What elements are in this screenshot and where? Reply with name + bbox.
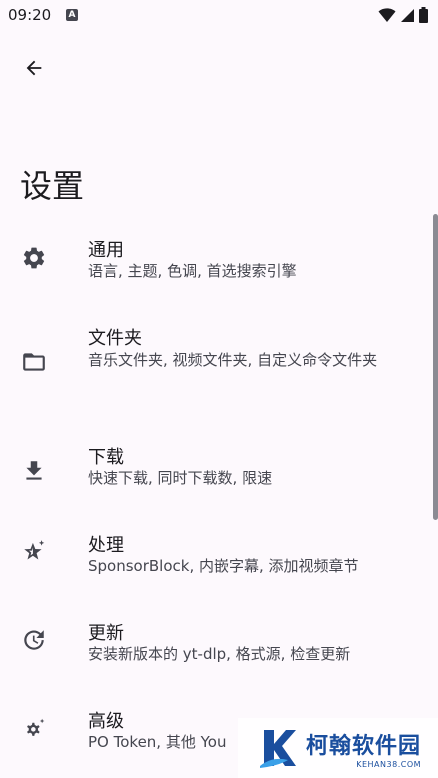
system-icons xyxy=(378,7,428,23)
settings-item-download[interactable]: 下载 快速下载, 同时下载数, 限速 xyxy=(0,426,430,512)
signal-icon xyxy=(401,8,414,22)
settings-item-general[interactable]: 通用 语言, 主题, 色调, 首选搜索引擎 xyxy=(0,218,430,304)
status-bar: 09:20 A xyxy=(0,0,438,30)
download-icon xyxy=(20,457,48,485)
settings-item-desc: 语言, 主题, 色调, 首选搜索引擎 xyxy=(88,262,297,280)
watermark-logo-icon xyxy=(260,730,296,768)
watermark-text: 柯翰软件园 xyxy=(306,732,422,759)
settings-item-processing[interactable]: 处理 SponsorBlock, 内嵌字幕, 添加视频章节 xyxy=(0,514,430,600)
settings-item-update[interactable]: 更新 安装新版本的 yt-dlp, 格式源, 检查更新 xyxy=(0,602,430,688)
update-icon xyxy=(20,626,48,654)
arrow-back-icon xyxy=(26,60,42,76)
folder-icon xyxy=(20,348,48,376)
settings-item-desc: 快速下载, 同时下载数, 限速 xyxy=(88,469,273,487)
watermark-url: KEHAN38.COM xyxy=(356,759,422,769)
settings-item-desc: 音乐文件夹, 视频文件夹, 自定义命令文件夹 xyxy=(88,351,378,369)
back-button[interactable] xyxy=(14,48,54,88)
gear-icon xyxy=(20,244,48,272)
watermark: 柯翰软件园 KEHAN38.COM xyxy=(238,718,438,778)
settings-item-desc: SponsorBlock, 内嵌字幕, 添加视频章节 xyxy=(88,557,359,575)
wifi-icon xyxy=(378,7,396,22)
star-sparkle-icon xyxy=(20,537,48,565)
scrollbar[interactable] xyxy=(433,214,438,520)
settings-item-folders[interactable]: 文件夹 音乐文件夹, 视频文件夹, 自定义命令文件夹 xyxy=(0,306,430,424)
settings-item-desc: 安装新版本的 yt-dlp, 格式源, 检查更新 xyxy=(88,645,351,663)
advanced-gear-icon xyxy=(20,715,48,743)
battery-icon xyxy=(419,7,428,23)
status-time: 09:20 xyxy=(8,6,52,24)
settings-screen: 09:20 A 设置 通用 语言, 主题, 色调, 首选搜索引擎 文件夹 音乐文… xyxy=(0,0,438,778)
page-title: 设置 xyxy=(20,167,85,205)
notification-badge: A xyxy=(66,9,78,21)
